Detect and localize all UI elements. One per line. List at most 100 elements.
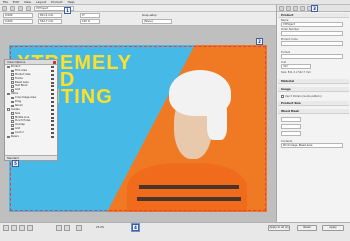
callout-2: 2 <box>256 38 263 45</box>
material-section-header[interactable]: Material <box>278 79 349 84</box>
view-option-checkbox[interactable] <box>11 104 14 108</box>
guide-pattern-checkbox[interactable] <box>281 95 284 98</box>
shirt-stripe <box>137 197 241 201</box>
menu-edit[interactable]: Edit <box>13 0 19 4</box>
product-section-header[interactable]: Product <box>278 13 349 18</box>
image-section-header[interactable]: Image <box>278 87 349 92</box>
scale-field[interactable]: 100 % <box>80 19 100 24</box>
view-option-checkbox[interactable] <box>11 124 14 127</box>
view-option-checkbox[interactable] <box>11 73 14 76</box>
view-option-checkbox[interactable] <box>11 131 14 135</box>
callout-5: 5 <box>12 160 19 167</box>
layers-tab-icon[interactable] <box>286 5 291 11</box>
product-code-field[interactable] <box>281 41 343 46</box>
save-icon[interactable] <box>18 5 23 11</box>
view-option-checkbox[interactable] <box>7 108 10 111</box>
view-option-color-swatch[interactable] <box>51 100 54 103</box>
view-option-checkbox[interactable] <box>11 81 14 84</box>
zoom-out-icon[interactable] <box>64 225 70 231</box>
name-field[interactable]: XYProject <box>281 22 343 27</box>
select-tool-icon[interactable] <box>3 225 9 231</box>
view-option-checkbox[interactable] <box>11 69 14 73</box>
view-option-color-swatch[interactable] <box>51 132 54 135</box>
undo-icon[interactable] <box>26 5 31 11</box>
new-icon[interactable] <box>2 5 7 11</box>
view-option-color-swatch[interactable] <box>51 81 54 84</box>
shirt-stripe <box>139 185 239 189</box>
zoom-tool-icon[interactable] <box>19 225 25 231</box>
view-option-color-swatch[interactable] <box>51 89 54 92</box>
size-readout: Size: 811.4 x 522.7 mm <box>281 71 311 74</box>
view-option-row[interactable]: Rulers <box>5 135 57 139</box>
view-options-header: View Options <box>5 60 57 65</box>
apply-button[interactable]: Apply <box>322 225 344 231</box>
view-option-checkbox[interactable] <box>11 100 14 104</box>
view-option-color-swatch[interactable] <box>51 69 54 72</box>
view-options-title: View Options <box>7 60 26 64</box>
guide-pattern-label: Use 5 Dollars (Guide pattern) <box>285 94 322 98</box>
view-option-color-swatch[interactable] <box>51 108 54 111</box>
callout-4: 4 <box>131 223 140 232</box>
view-option-color-swatch[interactable] <box>51 93 54 96</box>
view-option-color-swatch[interactable] <box>51 116 54 119</box>
view-option-checkbox[interactable] <box>11 120 14 123</box>
view-options-panel: View Options Product Trim Area Product Siz… <box>4 59 58 161</box>
menu-help[interactable]: Help <box>68 0 75 4</box>
unit-select[interactable]: mm <box>281 64 311 69</box>
view-option-checkbox[interactable] <box>7 135 10 139</box>
mask-field-2[interactable] <box>281 124 301 129</box>
height-field[interactable]: 522.7 mm <box>38 19 62 24</box>
snap-select[interactable]: (None) <box>142 19 172 24</box>
image-tab-icon[interactable] <box>300 5 305 11</box>
view-option-color-swatch[interactable] <box>51 104 54 107</box>
view-option-color-swatch[interactable] <box>51 120 54 123</box>
contents-select[interactable]: Print image, Bleed area <box>281 143 343 148</box>
callout-1: 1 <box>64 7 71 14</box>
menu-layout[interactable]: Layout <box>36 0 46 4</box>
wood-mask-section-header[interactable]: Wood Mask <box>278 109 349 114</box>
view-option-color-swatch[interactable] <box>51 128 54 131</box>
view-option-checkbox[interactable] <box>11 85 14 88</box>
view-option-checkbox[interactable] <box>7 92 10 96</box>
mask-field-3[interactable] <box>281 131 301 136</box>
view-option-color-swatch[interactable] <box>51 65 54 68</box>
view-option-color-swatch[interactable] <box>51 73 54 76</box>
view-option-checkbox[interactable] <box>7 65 10 69</box>
hand-tool-icon[interactable] <box>11 225 17 231</box>
text-tab-icon[interactable] <box>293 5 298 11</box>
view-option-color-swatch[interactable] <box>51 97 54 100</box>
width-field[interactable]: 811.4 mm <box>38 13 62 18</box>
rotation-field[interactable]: 0° <box>80 13 100 18</box>
order-number-field[interactable] <box>281 31 343 36</box>
close-icon[interactable] <box>53 61 56 64</box>
menu-view[interactable]: View <box>24 0 31 4</box>
view-option-color-swatch[interactable] <box>51 85 54 88</box>
open-icon[interactable] <box>10 5 15 11</box>
fit-icon[interactable] <box>56 225 62 231</box>
view-option-color-swatch[interactable] <box>51 77 54 80</box>
model-hair-strand <box>207 100 227 140</box>
view-option-color-swatch[interactable] <box>51 112 54 115</box>
view-option-color-swatch[interactable] <box>51 124 54 127</box>
view-option-checkbox[interactable] <box>11 112 14 115</box>
callout-3: 3 <box>311 5 318 12</box>
reset-button[interactable]: Reset <box>297 225 317 231</box>
view-option-checkbox[interactable] <box>11 77 14 80</box>
crop-tool-icon[interactable] <box>27 225 33 231</box>
view-option-checkbox[interactable] <box>11 127 14 131</box>
zoom-in-icon[interactable] <box>76 225 82 231</box>
view-option-color-swatch[interactable] <box>51 135 54 138</box>
view-option-label: Rulers <box>11 135 19 139</box>
product-size-section-header[interactable]: Product Size <box>278 101 349 106</box>
zoom-level: 23.9% <box>96 226 105 229</box>
view-option-checkbox[interactable] <box>11 96 14 100</box>
x-field[interactable]: 0.000 <box>3 13 33 18</box>
apply-all-button[interactable]: Apply to all (2) <box>268 225 290 231</box>
menu-product[interactable]: Product <box>51 0 62 4</box>
mask-field-1[interactable] <box>281 117 301 122</box>
view-option-checkbox[interactable] <box>11 116 14 119</box>
product-tab-icon[interactable] <box>279 5 284 11</box>
format-select[interactable] <box>281 54 343 59</box>
menu-file[interactable]: File <box>3 0 8 4</box>
y-field[interactable]: 0.000 <box>3 19 33 24</box>
